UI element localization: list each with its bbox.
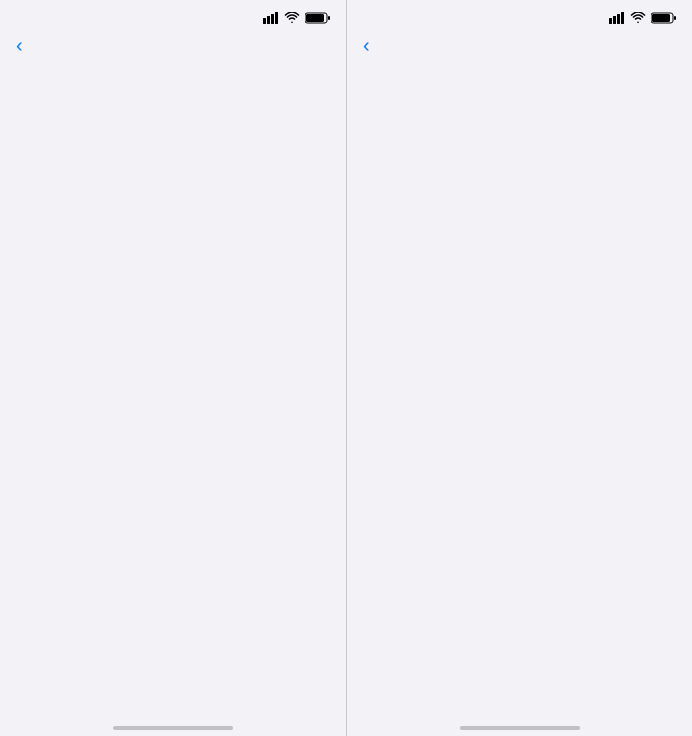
left-nav-bar: ‹: [0, 32, 346, 64]
right-back-chevron: ‹: [363, 36, 370, 56]
right-status-bar: [347, 0, 692, 32]
left-section-header: [0, 64, 346, 76]
left-list-container[interactable]: [0, 64, 346, 720]
left-back-button[interactable]: ‹: [16, 36, 25, 56]
right-back-button[interactable]: ‹: [363, 36, 372, 56]
left-status-bar: [0, 0, 346, 32]
left-back-chevron: ‹: [16, 36, 23, 56]
right-home-indicator: [460, 726, 580, 730]
right-battery-icon: [651, 12, 676, 24]
right-included-header: [347, 64, 692, 76]
right-list-container[interactable]: [347, 64, 692, 720]
left-phone-panel: ‹: [0, 0, 346, 736]
right-wifi-icon: [630, 12, 646, 24]
left-status-icons: [263, 12, 330, 24]
signal-icon: [263, 12, 279, 24]
battery-icon: [305, 12, 330, 24]
right-more-header: [347, 76, 692, 88]
right-nav-bar: ‹: [347, 32, 692, 64]
right-signal-icon: [609, 12, 625, 24]
right-status-icons: [609, 12, 676, 24]
wifi-icon: [284, 12, 300, 24]
right-phone-panel: ‹: [346, 0, 692, 736]
left-home-indicator: [113, 726, 233, 730]
